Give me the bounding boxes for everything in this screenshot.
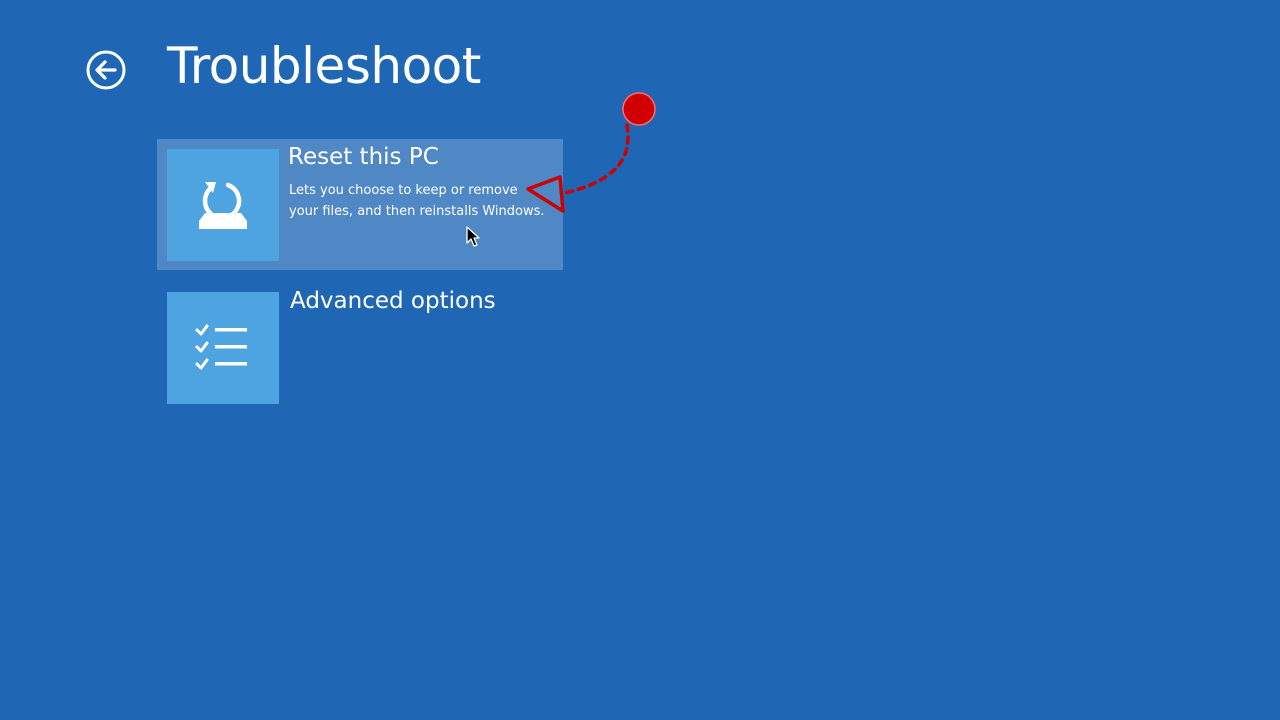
reset-pc-icon <box>199 182 247 229</box>
back-button[interactable] <box>86 50 126 90</box>
advanced-options-option[interactable]: Advanced options <box>157 282 563 413</box>
reset-option-title: Reset this PC <box>288 144 439 170</box>
advanced-option-title: Advanced options <box>290 288 496 314</box>
reset-option-description: Lets you choose to keep or remove your f… <box>289 183 545 219</box>
page-title: Troubleshoot <box>167 37 481 95</box>
reset-tile <box>167 149 279 261</box>
checklist-icon <box>195 324 247 370</box>
reset-this-pc-option[interactable]: Reset this PC Lets you choose to keep or… <box>157 139 563 270</box>
back-arrow-icon <box>86 50 126 90</box>
advanced-tile <box>167 292 279 404</box>
